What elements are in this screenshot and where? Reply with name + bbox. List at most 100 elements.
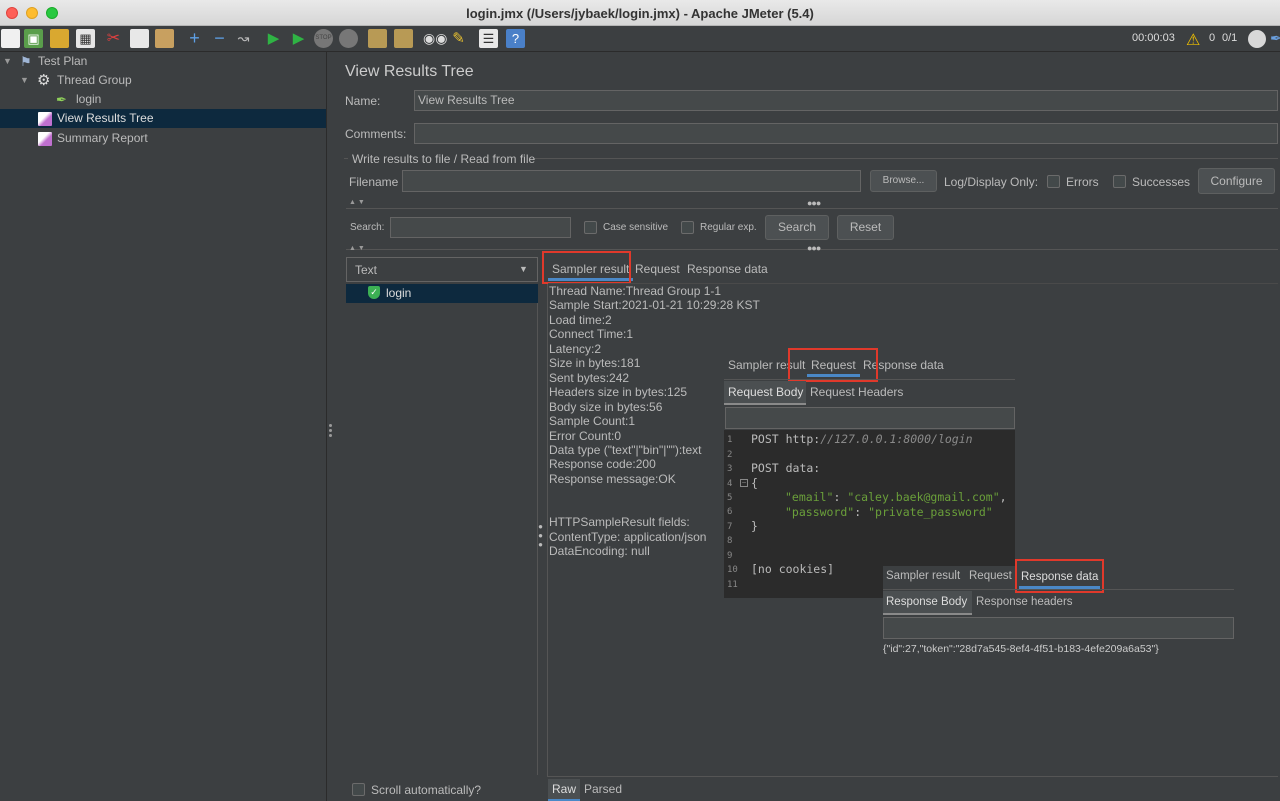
comments-field[interactable] [414,123,1278,144]
sampler-line: Connect Time:1 [549,327,634,341]
scroll-automatically-checkbox[interactable] [352,783,365,796]
resp-tab-request[interactable]: Request [969,570,1012,582]
split-arrows-icon[interactable]: ▲▼ [349,199,367,206]
filename-input[interactable] [402,170,861,192]
split-grip-icon[interactable]: ●●● [807,243,821,253]
cut-icon[interactable]: ✂ [104,29,123,48]
sampler-line: Headers size in bytes:125 [549,385,688,399]
test-plan-icon: ⚑ [20,54,32,69]
paste-icon[interactable] [155,29,174,48]
resp-tab-sampler-result[interactable]: Sampler result [886,570,960,582]
start-icon[interactable]: ▶ [264,29,283,48]
sampler-line: Size in bytes:181 [549,356,641,370]
filename-label: Filename [349,175,399,189]
sampler-line: Error Count:0 [549,429,622,443]
code-line-10: [no cookies] [751,562,835,576]
sampler-line: Response message:OK [549,472,676,486]
errors-checkbox[interactable] [1047,175,1060,188]
tab-raw[interactable]: Raw [548,779,580,801]
subtab-response-body[interactable]: Response Body [883,591,972,615]
subtab-request-body[interactable]: Request Body [724,381,806,405]
collapse-arrow-icon[interactable]: ▼ [20,71,29,90]
request-search-input[interactable] [725,407,1015,429]
subtab-response-headers[interactable]: Response headers [976,596,1073,608]
renderer-select[interactable]: Text ▼ [346,257,538,282]
stop-icon[interactable]: STOP [314,29,333,48]
toggle-icon[interactable]: ↝ [234,29,253,48]
templates-icon[interactable]: ▣ [24,29,43,48]
graph-icon [38,132,52,146]
remote-globe-icon[interactable] [1248,30,1266,48]
configure-button[interactable]: Configure [1198,168,1275,194]
tree-item-test-plan[interactable]: ▼ ⚑ Test Plan [0,52,326,71]
copy-icon[interactable] [130,29,149,48]
search-binoculars-icon[interactable]: ◉◉ [423,29,447,48]
clear-icon[interactable] [368,29,387,48]
reset-button[interactable]: Reset [837,215,894,240]
shutdown-icon[interactable] [339,29,358,48]
sampler-line: Sample Start:2021-01-21 10:29:28 KST [549,298,760,312]
search-button[interactable]: Search [765,215,829,240]
expand-icon[interactable]: + [185,29,204,48]
tab-request[interactable]: Request [631,259,684,281]
regular-exp-label: Regular exp. [700,222,757,233]
fields-line: ContentType: application/json [549,530,707,544]
warning-icon[interactable]: ⚠ [1186,30,1200,50]
dropdown-arrow-icon: ▼ [519,264,528,274]
feather-icon[interactable]: ✒ [1270,30,1280,47]
sampler-line: Body size in bytes:56 [549,400,663,414]
splitter-grip[interactable] [329,429,332,432]
test-plan-tree: ▼ ⚑ Test Plan ▼ ⚙ Thread Group ✒ login V… [0,52,326,801]
sampler-line: Thread Name:Thread Group 1-1 [549,284,722,298]
success-shield-icon: ✓ [368,286,380,299]
open-icon[interactable] [50,29,69,48]
code-line-4: { [751,476,758,490]
search-input[interactable] [390,217,571,238]
splitter-grip[interactable] [329,424,332,427]
subtab-request-headers[interactable]: Request Headers [810,385,903,399]
tab-parsed[interactable]: Parsed [584,782,622,796]
result-item-login[interactable]: ✓ login [346,284,538,303]
split-arrows-icon[interactable]: ▲▼ [349,245,367,252]
case-sensitive-checkbox[interactable] [584,221,597,234]
case-sensitive-label: Case sensitive [603,222,669,233]
toolbar: ▣ ▦ ✂ + − ↝ ▶ ▶ STOP ◉◉ ✎ ☰ ? 00:00:03 ⚠… [0,26,1280,52]
response-body-text: {"id":27,"token":"28d7a545-8ef4-4f51-b18… [883,643,1159,655]
code-line-5: "email": "caley.baek@gmail.com", [785,490,1007,504]
panel-heading: View Results Tree [345,63,474,80]
clear-all-icon[interactable] [394,29,413,48]
errors-label: Errors [1066,175,1099,189]
sampler-line: Response code:200 [549,457,656,471]
comments-label: Comments: [345,127,407,141]
tab-response-data[interactable]: Response data [683,259,772,281]
sampler-pen-icon: ✒ [56,92,67,107]
splitter-grip[interactable] [329,434,332,437]
tree-item-view-results-tree[interactable]: View Results Tree [0,109,326,128]
reset-search-broom-icon[interactable]: ✎ [449,29,468,48]
sampler-line: Sample Count:1 [549,414,636,428]
vertical-grip-icon[interactable]: ●●● [536,522,545,549]
regular-exp-checkbox[interactable] [681,221,694,234]
start-no-pauses-icon[interactable]: ▶ [289,29,308,48]
tree-item-summary-report[interactable]: Summary Report [0,129,326,148]
help-icon[interactable]: ? [506,29,525,48]
split-grip-icon[interactable]: ●●● [807,198,821,208]
fold-icon[interactable]: − [740,479,748,487]
results-list[interactable] [346,303,538,775]
successes-checkbox[interactable] [1113,175,1126,188]
response-search-input[interactable] [883,617,1234,639]
save-icon[interactable]: ▦ [76,29,95,48]
name-field[interactable]: View Results Tree [414,90,1278,111]
function-helper-icon[interactable]: ☰ [479,29,498,48]
highlight-box [788,348,878,382]
browse-button[interactable]: Browse... [870,170,937,192]
collapse-icon[interactable]: − [210,29,229,48]
collapse-arrow-icon[interactable]: ▼ [3,52,12,71]
highlight-box [1015,559,1104,593]
fields-line: HTTPSampleResult fields: [549,515,690,529]
tree-item-thread-group[interactable]: ▼ ⚙ Thread Group [0,71,326,90]
new-icon[interactable] [1,29,20,48]
tree-item-login[interactable]: ✒ login [0,90,326,109]
search-label: Search: [350,222,385,233]
code-line-6: "password": "private_password" [785,505,993,519]
